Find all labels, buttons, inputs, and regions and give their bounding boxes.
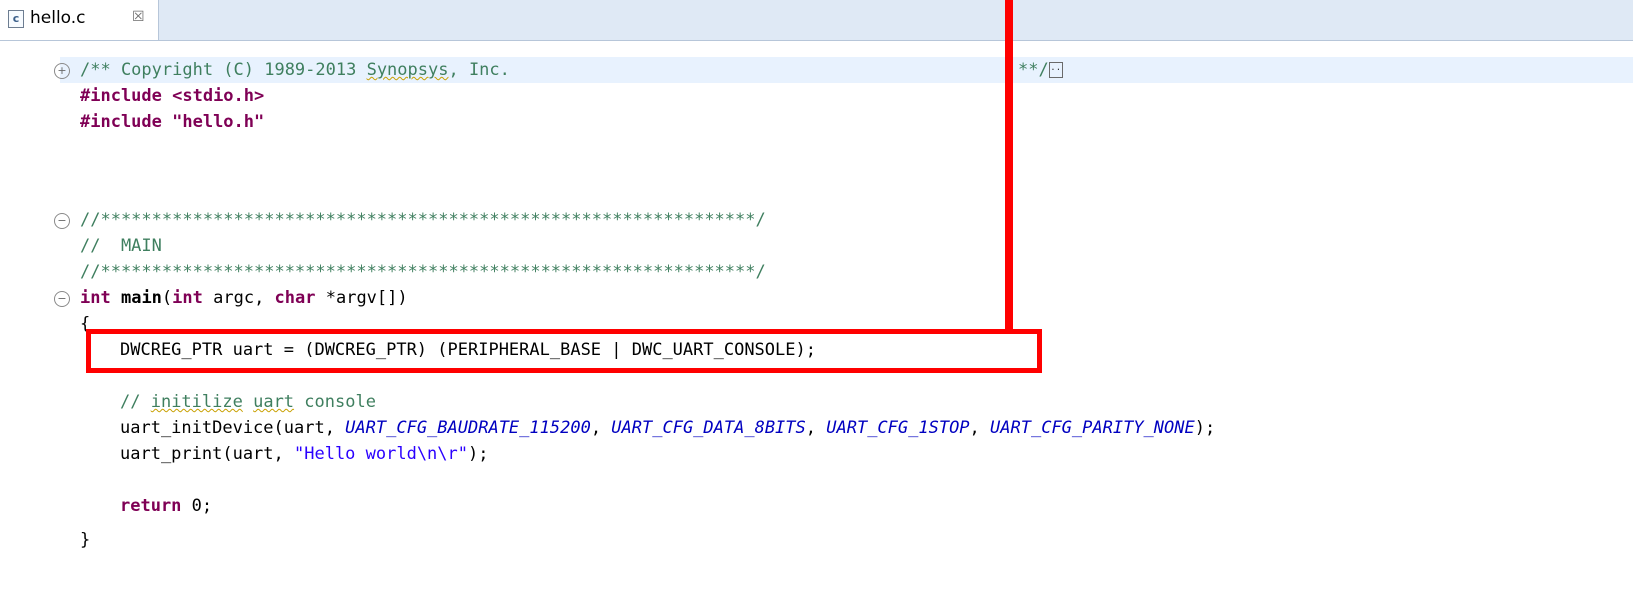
close-icon[interactable]: ☒ [132,9,145,25]
code-line-separator-bottom: //**************************************… [80,259,766,285]
code-line-separator-top: //**************************************… [80,207,766,233]
collapsed-block-icon[interactable]: .. [1048,62,1063,78]
code-line-init-comment: // initilize uart console [120,389,376,415]
copyright-tail: , Inc. [448,60,510,80]
separator-comment: //**************************************… [80,210,766,230]
init-call-prefix: uart_initDevice(uart, [120,418,346,438]
main-args-2: *argv[]) [315,288,408,308]
code-line-copyright-text: /** Copyright (C) 1989-2013 Synopsys, In… [80,57,510,83]
const-parity: UART_CFG_PARITY_NONE [990,418,1195,438]
int-keyword: int [172,288,203,308]
collapse-fold-icon[interactable]: − [54,213,70,229]
int-keyword: int [80,288,111,308]
code-line-return: return 0; [120,493,212,519]
const-data-bits: UART_CFG_DATA_8BITS [611,418,806,438]
separator-comment: //**************************************… [80,262,766,282]
init-comment-prefix: // [120,392,151,412]
code-line-include-hello: #include "hello.h" [80,109,264,135]
include-keyword: #include [80,86,162,106]
tab-hello-c[interactable]: c hello.c ☒ [0,0,159,40]
include-target: <stdio.h> [161,86,265,106]
annotation-pointer-line [1005,0,1013,333]
code-editor[interactable]: + /** Copyright (C) 1989-2013 Synopsys, … [0,41,1633,593]
c-file-icon: c [8,10,24,28]
hello-world-string: "Hello world\n\r" [294,444,468,464]
main-function-name: main [120,288,162,308]
collapse-fold-icon[interactable]: − [54,291,70,307]
code-line-main-signature: int main(int argc, char *argv[]) [80,285,408,311]
code-line-close-brace: } [80,527,90,553]
arg-separator: , [805,418,827,438]
print-suffix: ); [468,444,489,464]
uart-word: uart [253,392,295,412]
char-keyword: char [274,288,316,308]
code-line-main-comment: // MAIN [80,233,162,259]
copyright-end: **/.. [1018,57,1063,83]
main-comment: // MAIN [80,236,162,256]
init-call-suffix: ); [1194,418,1216,438]
return-value: 0; [181,496,213,516]
init-comment-suffix: console [294,392,376,412]
synopsys-word: Synopsys [366,60,449,80]
include-keyword: #include [80,112,162,132]
close-brace: } [80,530,91,550]
include-target: "hello.h" [161,112,265,132]
initilize-word: initilize [150,392,243,412]
init-comment-space [243,392,253,412]
main-args-1: argc, [202,288,275,308]
copyright-comment: /** Copyright (C) 1989-2013 [80,60,367,80]
code-line-print-call: uart_print(uart, "Hello world\n\r"); [120,441,488,467]
copyright-end-text: **/ [1018,60,1049,80]
code-line-init-call: uart_initDevice(uart, UART_CFG_BAUDRATE_… [120,415,1215,441]
main-open-paren: ( [161,288,173,308]
tab-label: hello.c [30,8,86,28]
const-stop-bits: UART_CFG_1STOP [826,418,970,438]
return-keyword: return [120,496,182,516]
const-baudrate: UART_CFG_BAUDRATE_115200 [345,418,591,438]
arg-separator: , [590,418,612,438]
code-line-include-stdio: #include <stdio.h> [80,83,264,109]
arg-separator: , [969,418,991,438]
editor-tab-bar: c hello.c ☒ [0,0,1633,41]
expand-fold-icon[interactable]: + [54,63,70,79]
annotation-highlight-box [86,329,1042,373]
print-prefix: uart_print(uart, [120,444,294,464]
